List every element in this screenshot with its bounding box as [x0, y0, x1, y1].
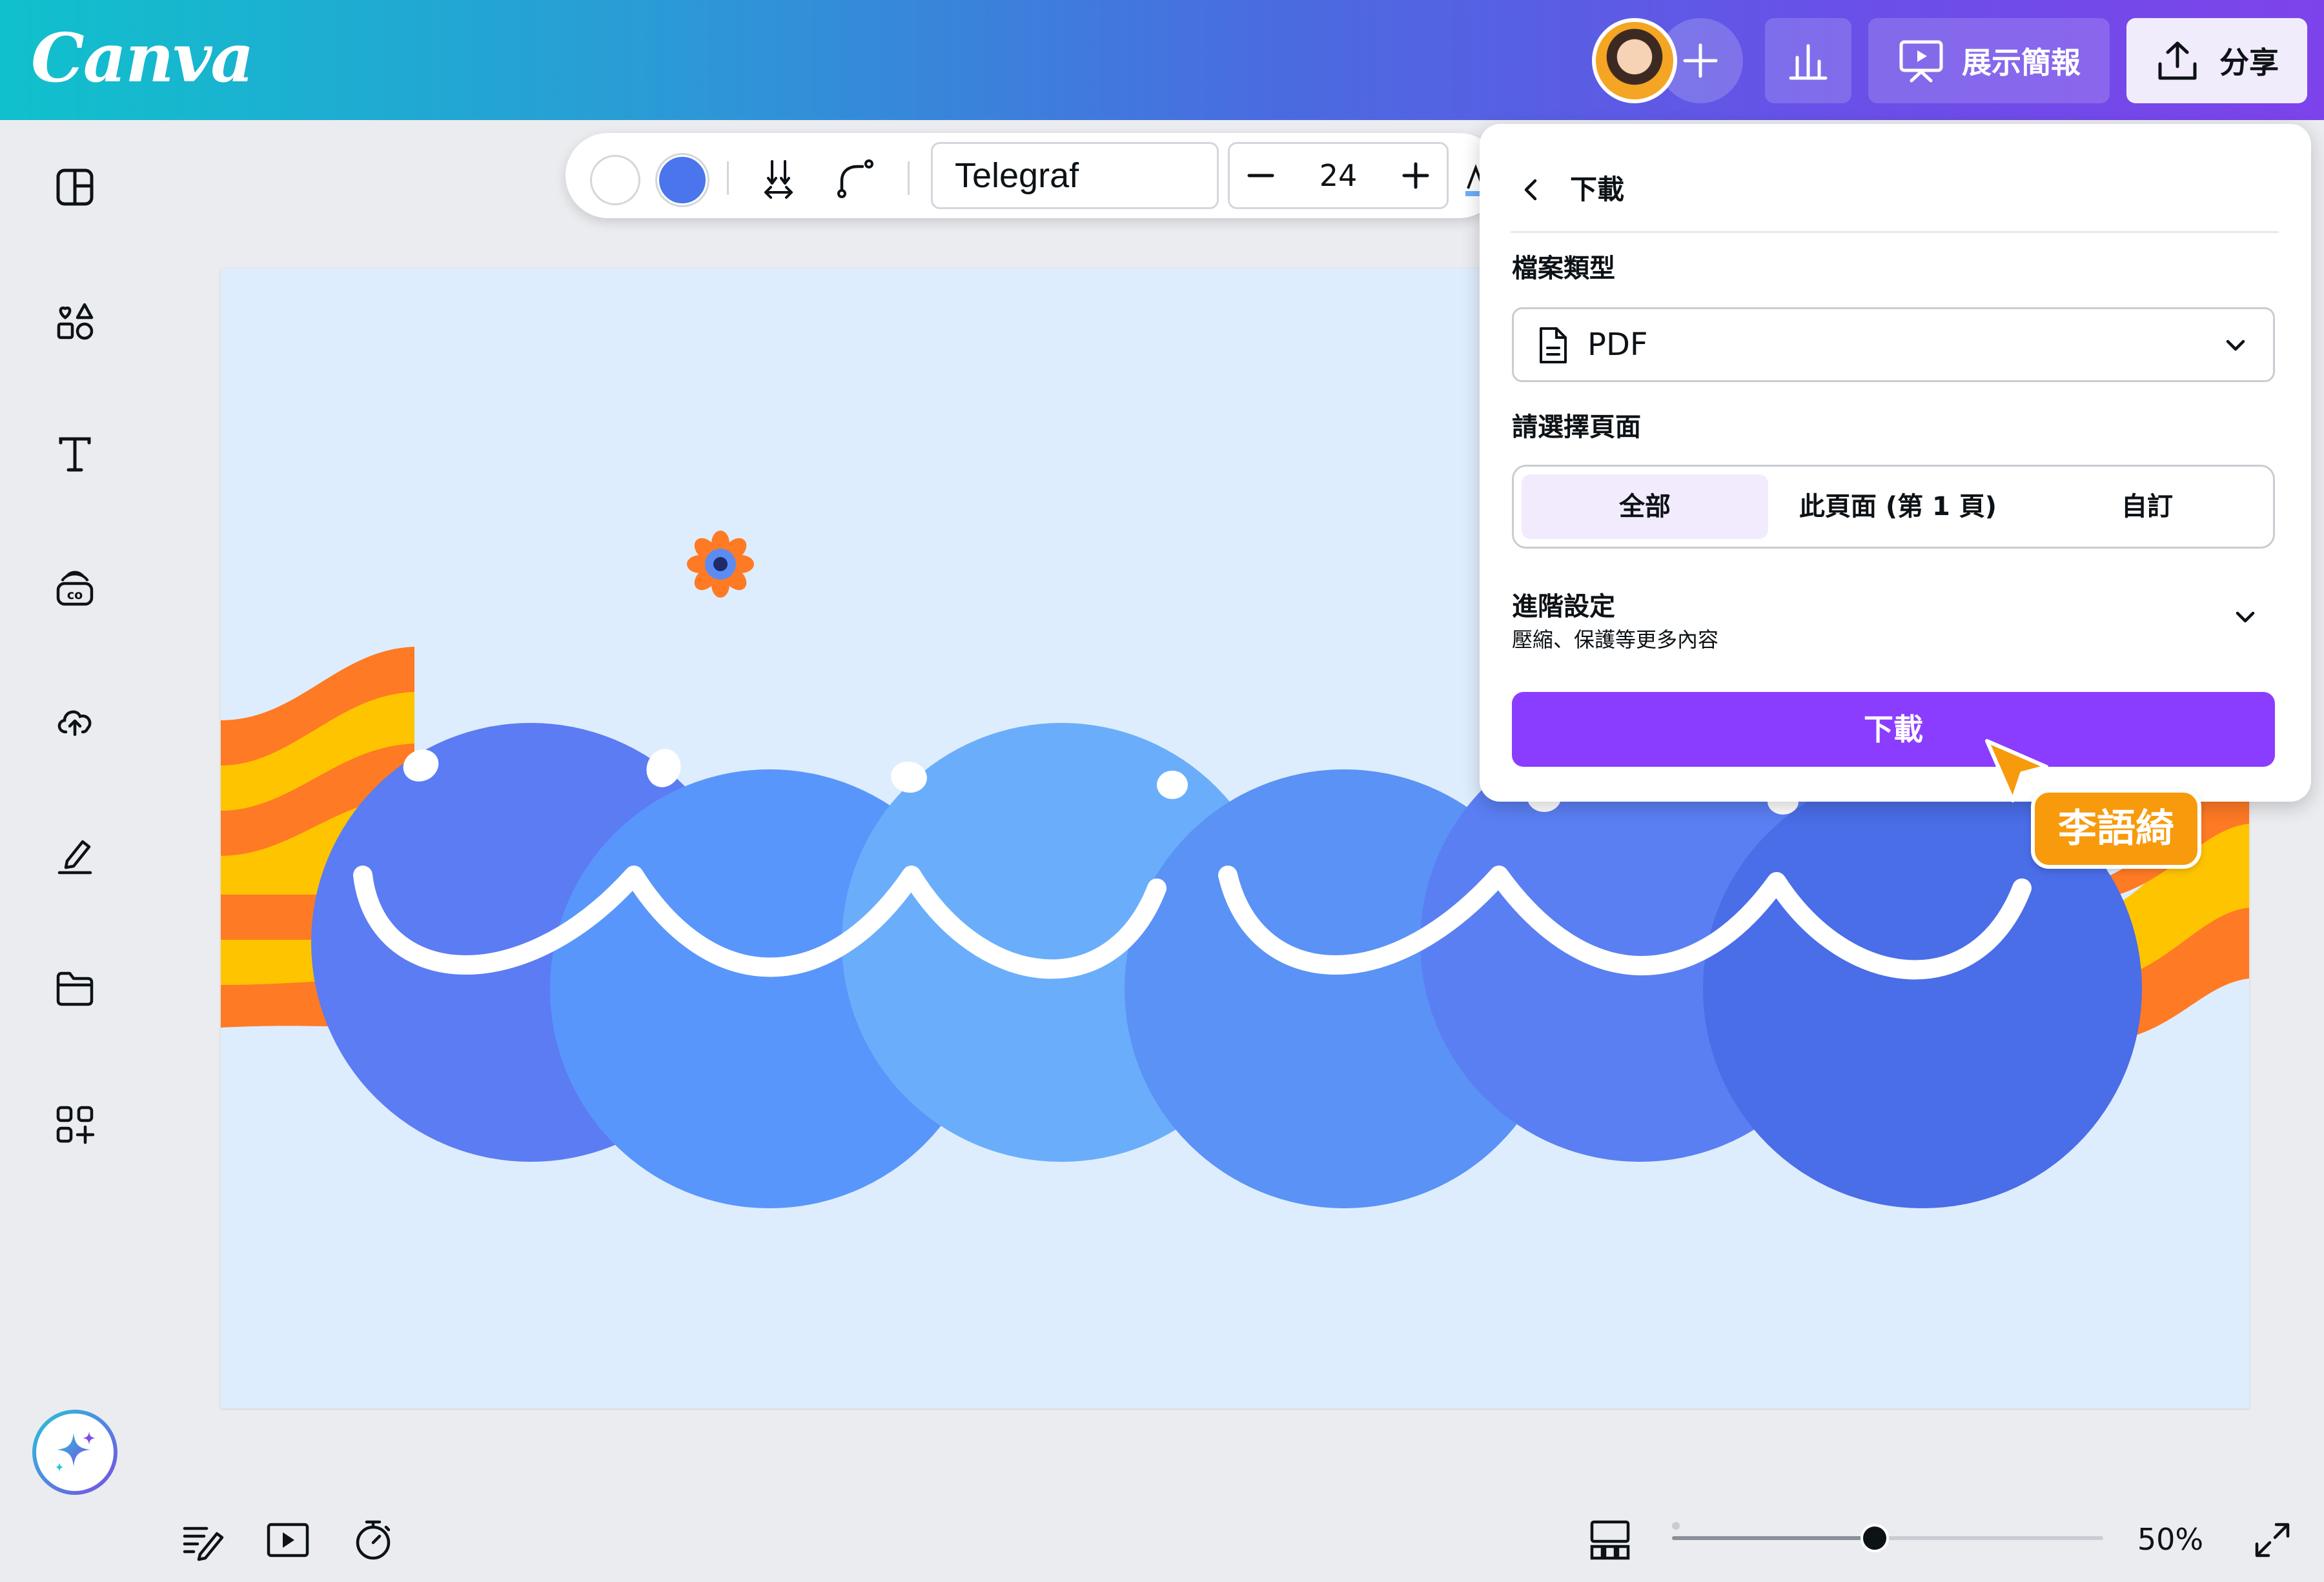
toolbar-divider — [727, 161, 729, 195]
grid-view-icon — [1590, 1520, 1630, 1560]
curve-text-button[interactable] — [829, 152, 881, 204]
decrease-font-size-button[interactable] — [1230, 144, 1292, 207]
pages-label: 請選擇頁面 — [1512, 412, 1641, 442]
plus-icon — [1683, 43, 1718, 78]
sidebar-item-apps[interactable] — [52, 1101, 98, 1148]
sidebar-item-design[interactable] — [52, 164, 98, 210]
sidebar-item-projects[interactable] — [52, 966, 98, 1012]
timer-button[interactable] — [347, 1514, 399, 1566]
panel-title: 下載 — [1570, 174, 1625, 205]
apps-icon — [56, 1106, 95, 1144]
file-type-label: 檔案類型 — [1512, 254, 1615, 283]
magic-button[interactable] — [32, 1410, 117, 1495]
play-icon — [267, 1523, 309, 1557]
element-toolbar: Telegraf 24 — [566, 133, 1502, 218]
font-size-stepper: 24 — [1228, 142, 1449, 209]
download-panel: 下載 檔案類型 PDF 請選擇頁面 全部 此頁面 (第 1 頁) 自訂 進階設定… — [1480, 124, 2311, 802]
top-bar: Canva 展示簡報 分享 — [0, 0, 2324, 120]
chevron-left-icon — [1524, 179, 1537, 201]
document-icon — [1540, 327, 1567, 363]
spacing-button[interactable] — [753, 152, 804, 204]
toolbar-divider — [908, 161, 910, 195]
timer-icon — [356, 1520, 391, 1560]
fullscreen-icon — [2255, 1523, 2290, 1557]
layout-icon — [56, 168, 94, 206]
panel-divider — [1511, 231, 2279, 233]
advanced-settings-subtitle: 壓縮、保護等更多內容 — [1512, 627, 1719, 652]
zoom-slider-thumb[interactable] — [1860, 1524, 1889, 1552]
spacing-icon — [764, 160, 793, 199]
sidebar-item-brand[interactable]: co — [52, 564, 98, 611]
zoom-slider[interactable] — [1672, 1524, 2103, 1552]
increase-font-size-button[interactable] — [1385, 144, 1447, 207]
shapes-icon — [57, 303, 94, 340]
pages-option-all[interactable]: 全部 — [1522, 474, 1768, 539]
pages-option-current[interactable]: 此頁面 (第 1 頁) — [1775, 474, 2021, 539]
sidebar-item-elements[interactable] — [52, 298, 98, 345]
font-size-input[interactable]: 24 — [1292, 144, 1385, 207]
collaborator-name-tag: 李語綺 — [2031, 789, 2201, 869]
back-button[interactable] — [1512, 170, 1551, 209]
canva-logo[interactable]: Canva — [31, 18, 254, 97]
chevron-down-icon[interactable] — [2227, 599, 2263, 635]
present-button[interactable]: 展示簡報 — [1868, 18, 2110, 103]
pages-option-custom[interactable]: 自訂 — [2028, 474, 2267, 539]
fullscreen-button[interactable] — [2247, 1514, 2298, 1566]
cloud-upload-icon — [57, 710, 92, 736]
file-type-select[interactable]: PDF — [1512, 307, 2275, 382]
svg-text:co: co — [67, 588, 83, 602]
sidebar-item-text[interactable] — [52, 431, 98, 478]
minus-icon — [1247, 174, 1274, 177]
draw-icon — [57, 840, 92, 875]
plus-icon — [1402, 162, 1429, 189]
notes-button[interactable] — [177, 1514, 229, 1566]
flower-sticker — [687, 531, 754, 598]
file-type-value: PDF — [1587, 327, 1648, 363]
share-button[interactable]: 分享 — [2126, 18, 2307, 103]
color-swatch-white[interactable] — [590, 155, 640, 205]
zoom-slider-fill — [1672, 1536, 1875, 1540]
advanced-settings-title[interactable]: 進階設定 — [1512, 589, 1615, 625]
sidebar-item-uploads[interactable] — [52, 697, 98, 744]
sparkle-icon — [56, 1432, 96, 1472]
brand-icon: co — [56, 571, 94, 606]
sidebar-item-draw[interactable] — [52, 833, 98, 879]
grid-view-button[interactable] — [1584, 1514, 1636, 1566]
insights-button[interactable] — [1765, 18, 1851, 103]
zoom-level[interactable]: 50% — [2130, 1517, 2210, 1562]
zoom-min-marker — [1672, 1522, 1680, 1530]
avatar[interactable] — [1592, 18, 1677, 103]
bar-chart-icon — [1789, 44, 1828, 80]
folder-icon — [56, 971, 94, 1006]
notes-icon — [183, 1526, 224, 1561]
upload-icon — [2158, 41, 2197, 80]
presentation-icon — [1899, 40, 1943, 83]
font-family-dropdown[interactable]: Telegraf — [931, 142, 1219, 209]
present-preview-button[interactable] — [262, 1514, 314, 1566]
present-label: 展示簡報 — [1962, 45, 2081, 80]
share-label: 分享 — [2219, 45, 2279, 80]
color-swatch-blue[interactable] — [657, 155, 708, 205]
chevron-down-icon — [2226, 340, 2245, 351]
text-icon — [59, 437, 91, 472]
pages-segmented-control: 全部 此頁面 (第 1 頁) 自訂 — [1512, 465, 2275, 549]
curve-icon — [837, 159, 873, 198]
download-button[interactable]: 下載 — [1512, 692, 2275, 767]
